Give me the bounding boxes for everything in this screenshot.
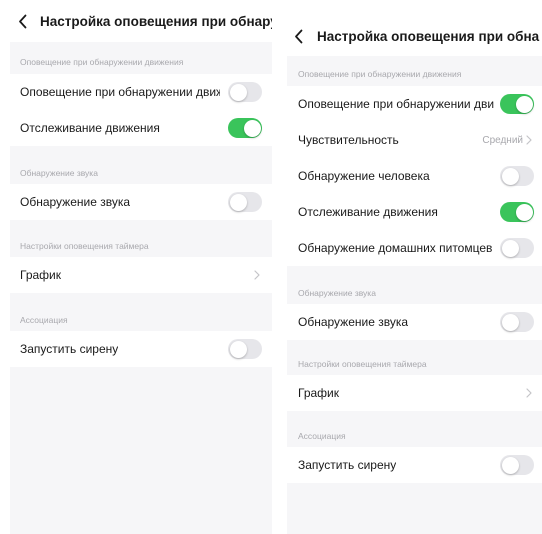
siren-row: Запустить сирену (287, 447, 542, 483)
section-header-sound: Обнаружение звука (20, 168, 98, 178)
page-title: Настройка оповещения при обнаруж... (317, 28, 540, 44)
toggle-knob (501, 313, 519, 331)
chevron-left-icon (18, 14, 26, 28)
toggle-knob (515, 95, 533, 113)
siren-toggle[interactable] (500, 455, 534, 475)
toggle-knob (229, 83, 247, 101)
human-detection-toggle[interactable] (500, 166, 534, 186)
section-header-motion: Оповещение при обнаружении движения (298, 69, 462, 79)
navigation-header: Настройка оповещения при обнаруж... (10, 0, 272, 42)
motion-tracking-label: Отслеживание движения (20, 121, 160, 135)
motion-tracking-label: Отслеживание движения (298, 205, 438, 219)
siren-row: Запустить сирену (10, 331, 272, 367)
chevron-right-icon (254, 270, 260, 280)
motion-tracking-row: Отслеживание движения (10, 110, 272, 146)
back-button[interactable] (290, 16, 306, 56)
sensitivity-label: Чувствительность (298, 133, 399, 147)
schedule-label: График (20, 268, 61, 282)
human-detection-label: Обнаружение человека (298, 169, 430, 183)
section-header-association: Ассоциация (20, 315, 68, 325)
toggle-knob (243, 119, 261, 137)
motion-alert-label: Оповещение при обнаружении движ... (20, 85, 220, 99)
sound-detection-row: Обнаружение звука (287, 304, 542, 340)
sound-detection-row: Обнаружение звука (10, 184, 272, 220)
siren-label: Запустить сирену (298, 458, 397, 472)
motion-tracking-toggle[interactable] (500, 202, 534, 222)
chevron-left-icon (294, 29, 302, 43)
toggle-knob (229, 340, 247, 358)
pet-detection-toggle[interactable] (500, 238, 534, 258)
toggle-knob (501, 239, 519, 257)
siren-label: Запустить сирену (20, 342, 119, 356)
right-settings-screen: Настройка оповещения при обнаруж... Опов… (287, 16, 542, 534)
schedule-row[interactable]: График (287, 375, 542, 411)
sound-detection-toggle[interactable] (228, 192, 262, 212)
section-header-timer: Настройки оповещения таймера (298, 359, 427, 369)
sound-detection-toggle[interactable] (500, 312, 534, 332)
motion-alert-toggle[interactable] (228, 82, 262, 102)
section-header-timer: Настройки оповещения таймера (20, 241, 149, 251)
section-header-sound: Обнаружение звука (298, 288, 376, 298)
toggle-knob (501, 167, 519, 185)
sound-detection-label: Обнаружение звука (298, 315, 409, 329)
toggle-knob (501, 456, 519, 474)
motion-alert-label: Оповещение при обнаружении движ... (298, 97, 494, 111)
schedule-label: График (298, 386, 339, 400)
motion-tracking-toggle[interactable] (228, 118, 262, 138)
chevron-right-icon (526, 135, 532, 145)
sensitivity-value: Средний (482, 134, 523, 146)
pet-detection-row: Обнаружение домашних питомцев (287, 230, 542, 266)
motion-tracking-row: Отслеживание движения (287, 194, 542, 230)
section-header-association: Ассоциация (298, 431, 346, 441)
motion-alert-row: Оповещение при обнаружении движ... (10, 74, 272, 110)
motion-alert-toggle[interactable] (500, 94, 534, 114)
back-button[interactable] (14, 0, 30, 42)
toggle-knob (515, 203, 533, 221)
left-settings-screen: Настройка оповещения при обнаруж... Опов… (10, 0, 272, 534)
motion-alert-row: Оповещение при обнаружении движ... (287, 86, 542, 122)
page-title: Настройка оповещения при обнаруж... (40, 13, 272, 29)
navigation-header: Настройка оповещения при обнаруж... (287, 16, 542, 56)
pet-detection-label: Обнаружение домашних питомцев (298, 241, 493, 255)
chevron-right-icon (526, 388, 532, 398)
sound-detection-label: Обнаружение звука (20, 195, 131, 209)
siren-toggle[interactable] (228, 339, 262, 359)
sensitivity-row[interactable]: Чувствительность Средний (287, 122, 542, 158)
human-detection-row: Обнаружение человека (287, 158, 542, 194)
schedule-row[interactable]: График (10, 257, 272, 293)
section-header-motion: Оповещение при обнаружении движения (20, 57, 184, 67)
toggle-knob (229, 193, 247, 211)
